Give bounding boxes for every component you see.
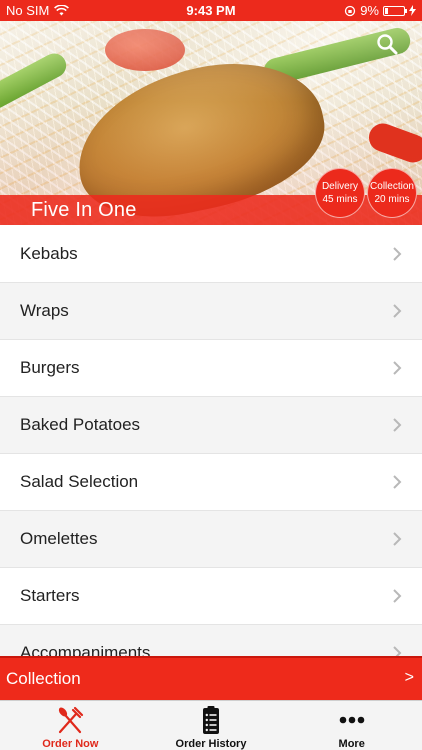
- menu-item-label: Accompaniments: [20, 643, 151, 656]
- tab-more[interactable]: More: [281, 701, 422, 750]
- delivery-time: 45 mins: [322, 194, 358, 205]
- tab-label: More: [338, 738, 365, 750]
- order-mode-label: Collection: [6, 669, 81, 688]
- charging-bolt-icon: [409, 5, 416, 16]
- menu-item-label: Baked Potatoes: [20, 415, 141, 434]
- menu-category-list[interactable]: Kebabs Wraps Burgers Baked Potatoes Sala…: [0, 226, 422, 656]
- more-dots-icon: [339, 716, 364, 724]
- restaurant-name: Five In One: [31, 199, 137, 221]
- menu-item-label: Wraps: [20, 301, 69, 320]
- chevron-right-icon: [393, 475, 402, 489]
- delivery-label: Delivery: [321, 181, 359, 192]
- tab-order-history[interactable]: Order History: [141, 701, 282, 750]
- clipboard-list-icon: [203, 706, 219, 734]
- chevron-right-icon: [393, 418, 402, 432]
- menu-item-salad-selection[interactable]: Salad Selection: [0, 454, 422, 511]
- menu-item-label: Salad Selection: [20, 472, 139, 491]
- tab-order-now[interactable]: Order Now: [0, 701, 141, 750]
- status-right: 9%: [344, 3, 416, 18]
- fork-knife-icon: [59, 706, 84, 734]
- search-icon[interactable]: [376, 33, 398, 55]
- tab-label: Order History: [175, 738, 247, 750]
- chevron-right-icon: [393, 361, 402, 375]
- tab-label: Order Now: [42, 738, 99, 750]
- menu-item-baked-potatoes[interactable]: Baked Potatoes: [0, 397, 422, 454]
- collection-time: 20 mins: [374, 194, 410, 205]
- menu-item-label: Burgers: [20, 358, 80, 377]
- menu-item-label: Kebabs: [20, 244, 78, 263]
- menu-item-label: Omelettes: [20, 529, 98, 548]
- orientation-lock-icon: [345, 5, 356, 16]
- status-bar: No SIM 9:43 PM 9%: [0, 0, 422, 21]
- chevron-right-icon: [393, 589, 402, 603]
- menu-item-kebabs[interactable]: Kebabs: [0, 226, 422, 283]
- order-mode-arrow: >: [404, 669, 414, 686]
- collection-time-badge: Collection 20 mins: [367, 168, 417, 218]
- chevron-right-icon: [393, 646, 402, 656]
- chevron-right-icon: [393, 532, 402, 546]
- chevron-right-icon: [393, 304, 402, 318]
- menu-item-starters[interactable]: Starters: [0, 568, 422, 625]
- chevron-right-icon: [393, 247, 402, 261]
- menu-item-label: Starters: [20, 586, 80, 605]
- menu-item-wraps[interactable]: Wraps: [0, 283, 422, 340]
- menu-item-accompaniments[interactable]: Accompaniments: [0, 625, 422, 656]
- battery-percent: 9%: [360, 3, 379, 18]
- collection-label: Collection: [370, 181, 414, 192]
- delivery-time-badge: Delivery 45 mins: [315, 168, 365, 218]
- tab-bar: Order Now Order History More: [0, 700, 422, 750]
- order-mode-bar[interactable]: Collection >: [0, 656, 422, 700]
- battery-icon: [383, 5, 407, 16]
- menu-item-burgers[interactable]: Burgers: [0, 340, 422, 397]
- hero-banner: Five In One Delivery 45 mins Collection …: [0, 21, 422, 225]
- menu-item-omelettes[interactable]: Omelettes: [0, 511, 422, 568]
